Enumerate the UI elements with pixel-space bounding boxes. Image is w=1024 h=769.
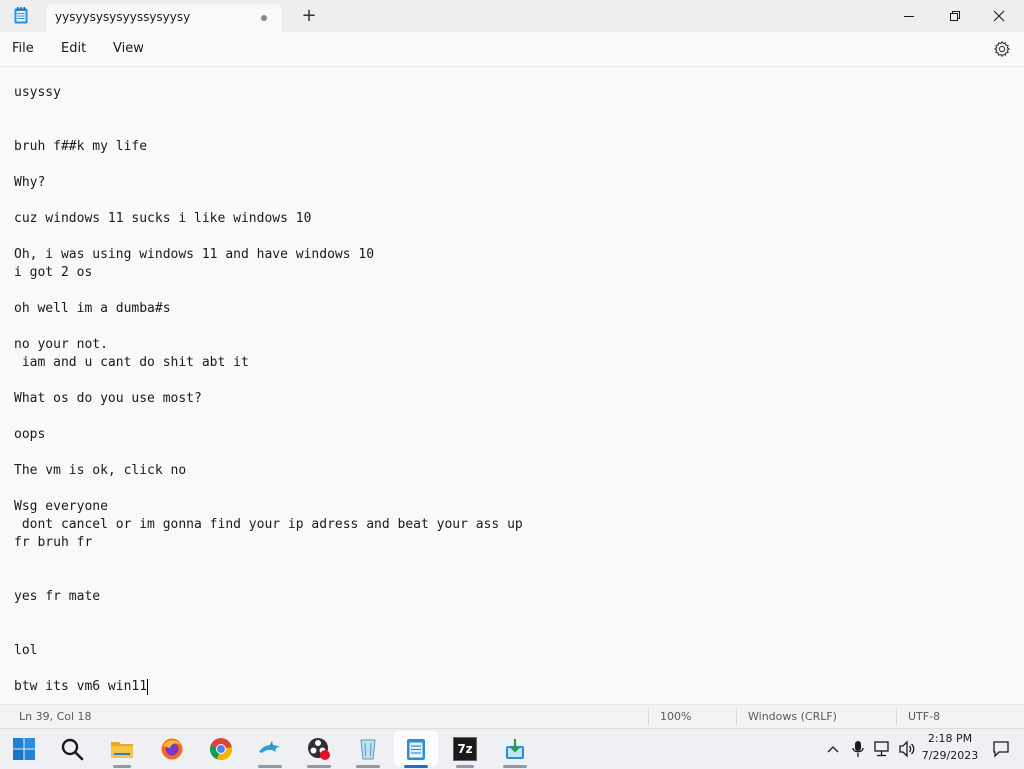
title-bar: yysyysysysyyssysyysy + — [0, 0, 1024, 32]
encoding[interactable]: UTF-8 — [908, 710, 940, 723]
document-line: fr bruh fr — [14, 535, 93, 550]
cursor-position: Ln 39, Col 18 — [19, 710, 92, 723]
document-line: dont cancel or im gonna find your ip adr… — [14, 517, 523, 532]
tab-title: yysyysysysyyssysyysy — [55, 10, 191, 24]
document-line: no your not. — [14, 337, 108, 352]
document-line: yes fr mate — [14, 589, 101, 604]
text-caret — [147, 679, 148, 695]
document-line: usyssy — [14, 85, 61, 100]
document-line: Why? — [14, 175, 46, 190]
document-line: What os do you use most? — [14, 391, 202, 406]
notepad-app-icon — [14, 7, 28, 24]
minimize-icon — [904, 16, 914, 17]
menu-bar: File Edit View — [0, 32, 1024, 67]
search-icon[interactable] — [60, 737, 84, 761]
document-line: lol — [14, 643, 38, 658]
document-line: cuz windows 11 sucks i like windows 10 — [14, 211, 312, 226]
obs-icon[interactable] — [307, 737, 331, 761]
settings-gear-icon[interactable] — [993, 40, 1011, 58]
clock-time[interactable]: 2:18 PM — [915, 732, 985, 745]
app-installer-icon[interactable] — [503, 737, 527, 761]
minimize-button[interactable] — [886, 0, 932, 32]
document-line: bruh f##k my life — [14, 139, 148, 154]
document-line: btw its vm6 win11 — [14, 679, 148, 694]
file-explorer-icon[interactable] — [110, 737, 134, 761]
document-tab[interactable]: yysyysysysyyssysyysy — [46, 4, 282, 32]
menu-edit[interactable]: Edit — [61, 41, 86, 56]
document-line: Wsg everyone — [14, 499, 108, 514]
network-icon[interactable] — [873, 740, 891, 758]
document-line: i got 2 os — [14, 265, 93, 280]
document-line: The vm is ok, click no — [14, 463, 187, 478]
microphone-icon[interactable] — [851, 740, 865, 758]
close-icon — [993, 10, 1005, 22]
7zip-icon[interactable]: 7z — [453, 737, 477, 761]
line-ending[interactable]: Windows (CRLF) — [748, 710, 837, 723]
volume-icon[interactable] — [898, 740, 916, 758]
menu-file[interactable]: File — [12, 41, 34, 56]
chrome-icon[interactable] — [209, 737, 233, 761]
document-line: oh well im a dumba#s — [14, 301, 171, 316]
status-divider — [736, 709, 737, 725]
status-divider — [896, 709, 897, 725]
document-line: Oh, i was using windows 11 and have wind… — [14, 247, 375, 262]
recycle-bin-icon[interactable] — [356, 737, 380, 761]
notepad-icon[interactable] — [404, 737, 428, 761]
firefox-icon[interactable] — [160, 737, 184, 761]
restore-icon — [950, 11, 960, 21]
close-button[interactable] — [976, 0, 1022, 32]
taskbar: 7z 2:18 PM 7/29/2023 — [0, 728, 1024, 769]
new-tab-button[interactable]: + — [299, 6, 319, 26]
text-editor[interactable]: usyssy bruh f##k my life Why? cuz windows 1… — [0, 67, 1024, 704]
chevron-up-icon[interactable] — [826, 742, 840, 756]
clock-date[interactable]: 7/29/2023 — [915, 749, 985, 762]
dolphin-icon[interactable] — [258, 737, 282, 761]
status-divider — [648, 709, 649, 725]
notifications-icon[interactable] — [992, 740, 1010, 758]
menu-view[interactable]: View — [113, 41, 144, 56]
unsaved-indicator-icon[interactable] — [261, 15, 267, 21]
zoom-level[interactable]: 100% — [660, 710, 691, 723]
status-bar: Ln 39, Col 18 100% Windows (CRLF) UTF-8 — [0, 704, 1024, 729]
document-line: iam and u cant do shit abt it — [14, 355, 249, 370]
start-icon[interactable] — [12, 737, 36, 761]
maximize-button[interactable] — [932, 0, 978, 32]
document-line: oops — [14, 427, 46, 442]
